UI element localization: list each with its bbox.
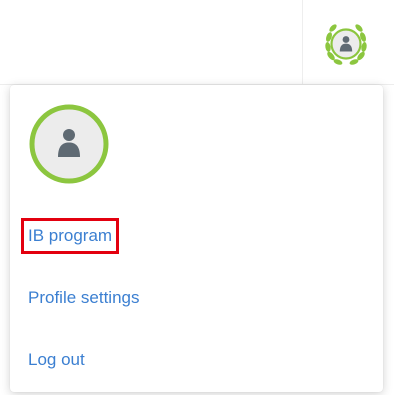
menu-item-profile-settings[interactable]: Profile settings bbox=[28, 287, 140, 309]
user-avatar-laurel-icon[interactable] bbox=[320, 17, 372, 69]
user-avatar-icon bbox=[29, 104, 109, 184]
menu-item-ib-program[interactable]: IB program bbox=[20, 218, 120, 254]
user-menu-dropdown: IB program Profile settings Log out bbox=[10, 85, 383, 392]
menu-item-log-out[interactable]: Log out bbox=[28, 349, 85, 371]
header-avatar-cell bbox=[302, 0, 394, 84]
top-bar bbox=[0, 0, 394, 85]
